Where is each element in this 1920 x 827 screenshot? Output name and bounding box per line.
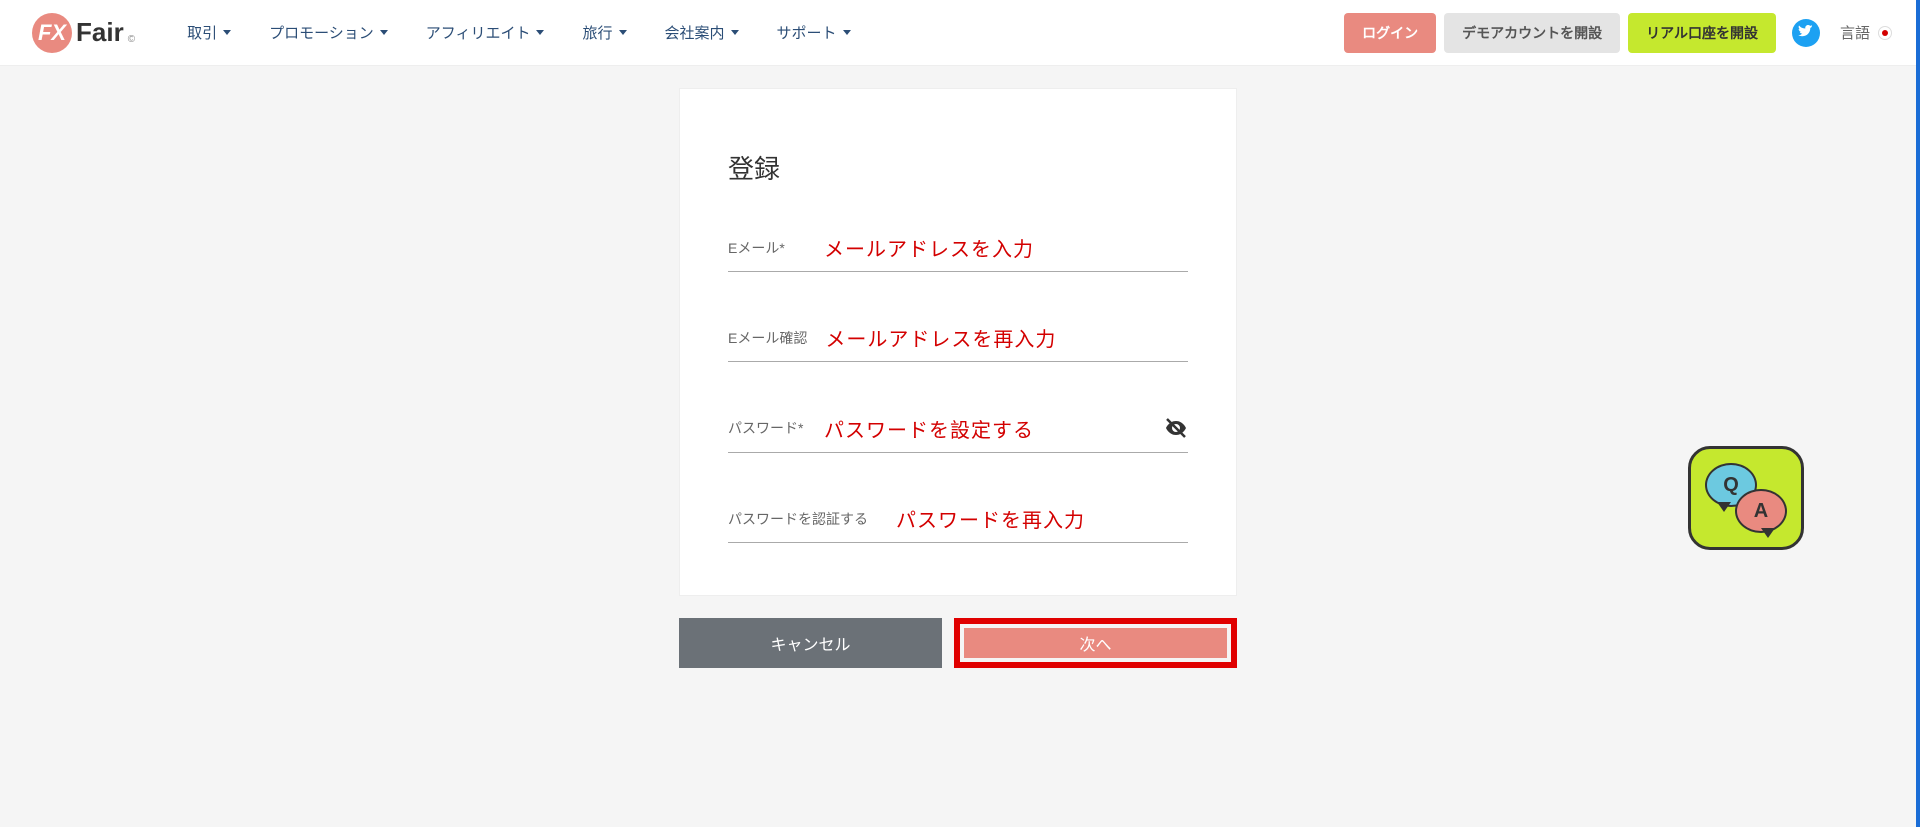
- login-button[interactable]: ログイン: [1344, 13, 1436, 53]
- email-confirm-label: Eメール確認: [728, 328, 807, 348]
- password-field-row: パスワード*: [728, 408, 1188, 453]
- a-bubble-icon: A: [1735, 489, 1787, 533]
- logo-mark: FX: [32, 13, 72, 53]
- logo[interactable]: FX Fair ©: [32, 13, 135, 53]
- email-field-row: Eメール*: [728, 228, 1188, 272]
- cancel-button[interactable]: キャンセル: [679, 618, 942, 668]
- language-label: 言語: [1840, 22, 1870, 43]
- twitter-icon[interactable]: [1792, 19, 1820, 47]
- email-confirm-input[interactable]: [825, 326, 1188, 349]
- logo-text: Fair: [76, 17, 124, 48]
- nav-label: 会社案内: [665, 22, 725, 43]
- nav-item-company[interactable]: 会社案内: [665, 22, 739, 43]
- qa-help-button[interactable]: Q A: [1688, 446, 1804, 550]
- nav-label: サポート: [777, 22, 837, 43]
- nav-item-support[interactable]: サポート: [777, 22, 851, 43]
- open-real-account-button[interactable]: リアル口座を開設: [1628, 13, 1776, 53]
- password-confirm-input[interactable]: [896, 507, 1188, 530]
- chevron-down-icon: [536, 30, 544, 35]
- email-input[interactable]: [824, 236, 1188, 259]
- chevron-down-icon: [731, 30, 739, 35]
- next-button[interactable]: 次へ: [964, 628, 1227, 658]
- password-confirm-field-row: パスワードを認証する: [728, 499, 1188, 543]
- qa-icon: Q A: [1705, 463, 1787, 533]
- open-demo-account-button[interactable]: デモアカウントを開設: [1444, 13, 1620, 53]
- email-confirm-field-row: Eメール確認: [728, 318, 1188, 362]
- nav-label: 取引: [187, 22, 217, 43]
- eye-off-icon[interactable]: [1164, 416, 1188, 440]
- nav-item-affiliate[interactable]: アフィリエイト: [426, 22, 545, 43]
- password-input[interactable]: [824, 417, 1146, 440]
- header-actions: ログイン デモアカウントを開設 リアル口座を開設 言語: [1344, 13, 1892, 53]
- chevron-down-icon: [223, 30, 231, 35]
- nav-label: アフィリエイト: [426, 22, 531, 43]
- header: FX Fair © 取引 プロモーション アフィリエイト 旅行 会社案内 サポー…: [0, 0, 1916, 66]
- japan-flag-icon: [1878, 26, 1892, 40]
- main-nav: 取引 プロモーション アフィリエイト 旅行 会社案内 サポート: [187, 22, 1332, 43]
- nav-item-trade[interactable]: 取引: [187, 22, 231, 43]
- next-button-highlight: 次へ: [954, 618, 1237, 668]
- logo-suffix: ©: [128, 34, 135, 45]
- chevron-down-icon: [380, 30, 388, 35]
- password-label: パスワード*: [728, 418, 806, 438]
- chevron-down-icon: [619, 30, 627, 35]
- password-confirm-label: パスワードを認証する: [728, 509, 878, 529]
- nav-item-promotion[interactable]: プロモーション: [269, 22, 388, 43]
- form-title: 登録: [728, 149, 1188, 186]
- registration-card: 登録 Eメール* Eメール確認 パスワード* パスワードを認証する: [679, 88, 1237, 596]
- nav-label: 旅行: [582, 22, 612, 43]
- language-selector[interactable]: 言語: [1840, 22, 1892, 43]
- email-label: Eメール*: [728, 238, 806, 258]
- nav-item-travel[interactable]: 旅行: [582, 22, 626, 43]
- form-footer-buttons: キャンセル 次へ: [679, 618, 1237, 668]
- chevron-down-icon: [843, 30, 851, 35]
- nav-label: プロモーション: [269, 22, 374, 43]
